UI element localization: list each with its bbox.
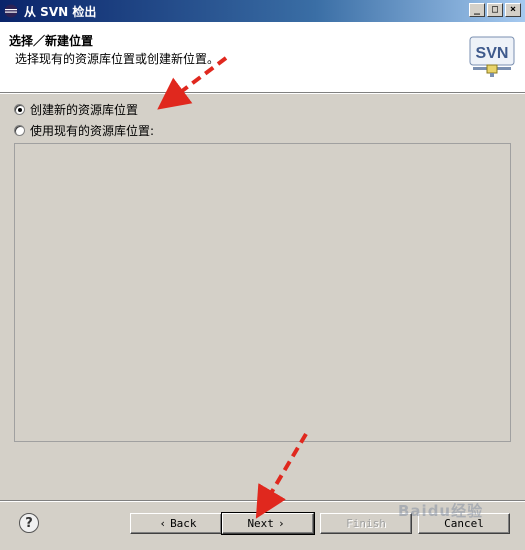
- svn-logo-icon: SVN: [469, 36, 515, 78]
- option-use-existing[interactable]: 使用现有的资源库位置:: [14, 122, 154, 139]
- header-separator: [0, 93, 525, 94]
- back-button-label: Back: [170, 517, 197, 530]
- watermark: Baidu经验: [398, 502, 484, 520]
- annotation-arrow-bottom: [255, 432, 308, 519]
- finish-button-label: Finish: [346, 517, 386, 530]
- radio-use-existing[interactable]: [14, 125, 25, 136]
- radio-create-new[interactable]: [14, 104, 25, 115]
- next-button[interactable]: Next ›: [221, 512, 315, 535]
- window-title: 从 SVN 检出: [24, 4, 97, 19]
- option-use-existing-label: 使用现有的资源库位置:: [30, 124, 155, 138]
- chevron-right-icon: ›: [277, 517, 285, 530]
- help-icon[interactable]: ?: [19, 513, 39, 533]
- repository-location-list[interactable]: [14, 143, 511, 442]
- svn-logo-text: SVN: [476, 45, 509, 62]
- back-button[interactable]: ‹ Back: [130, 513, 222, 534]
- close-button[interactable]: ×: [505, 3, 521, 17]
- minimize-button[interactable]: _: [469, 3, 485, 17]
- option-create-new-label: 创建新的资源库位置: [30, 103, 139, 117]
- chevron-left-icon: ‹: [159, 517, 167, 530]
- option-create-new[interactable]: 创建新的资源库位置: [14, 101, 138, 118]
- title-bar: 从 SVN 检出 _ □ ×: [0, 0, 525, 22]
- maximize-button[interactable]: □: [487, 3, 503, 17]
- wizard-header: 选择／新建位置 选择现有的资源库位置或创建新位置。 SVN: [0, 22, 525, 93]
- eclipse-icon: [4, 4, 18, 18]
- wizard-description: 选择现有的资源库位置或创建新位置。: [15, 52, 220, 66]
- next-button-label: Next: [247, 517, 274, 530]
- wizard-title: 选择／新建位置: [9, 34, 94, 48]
